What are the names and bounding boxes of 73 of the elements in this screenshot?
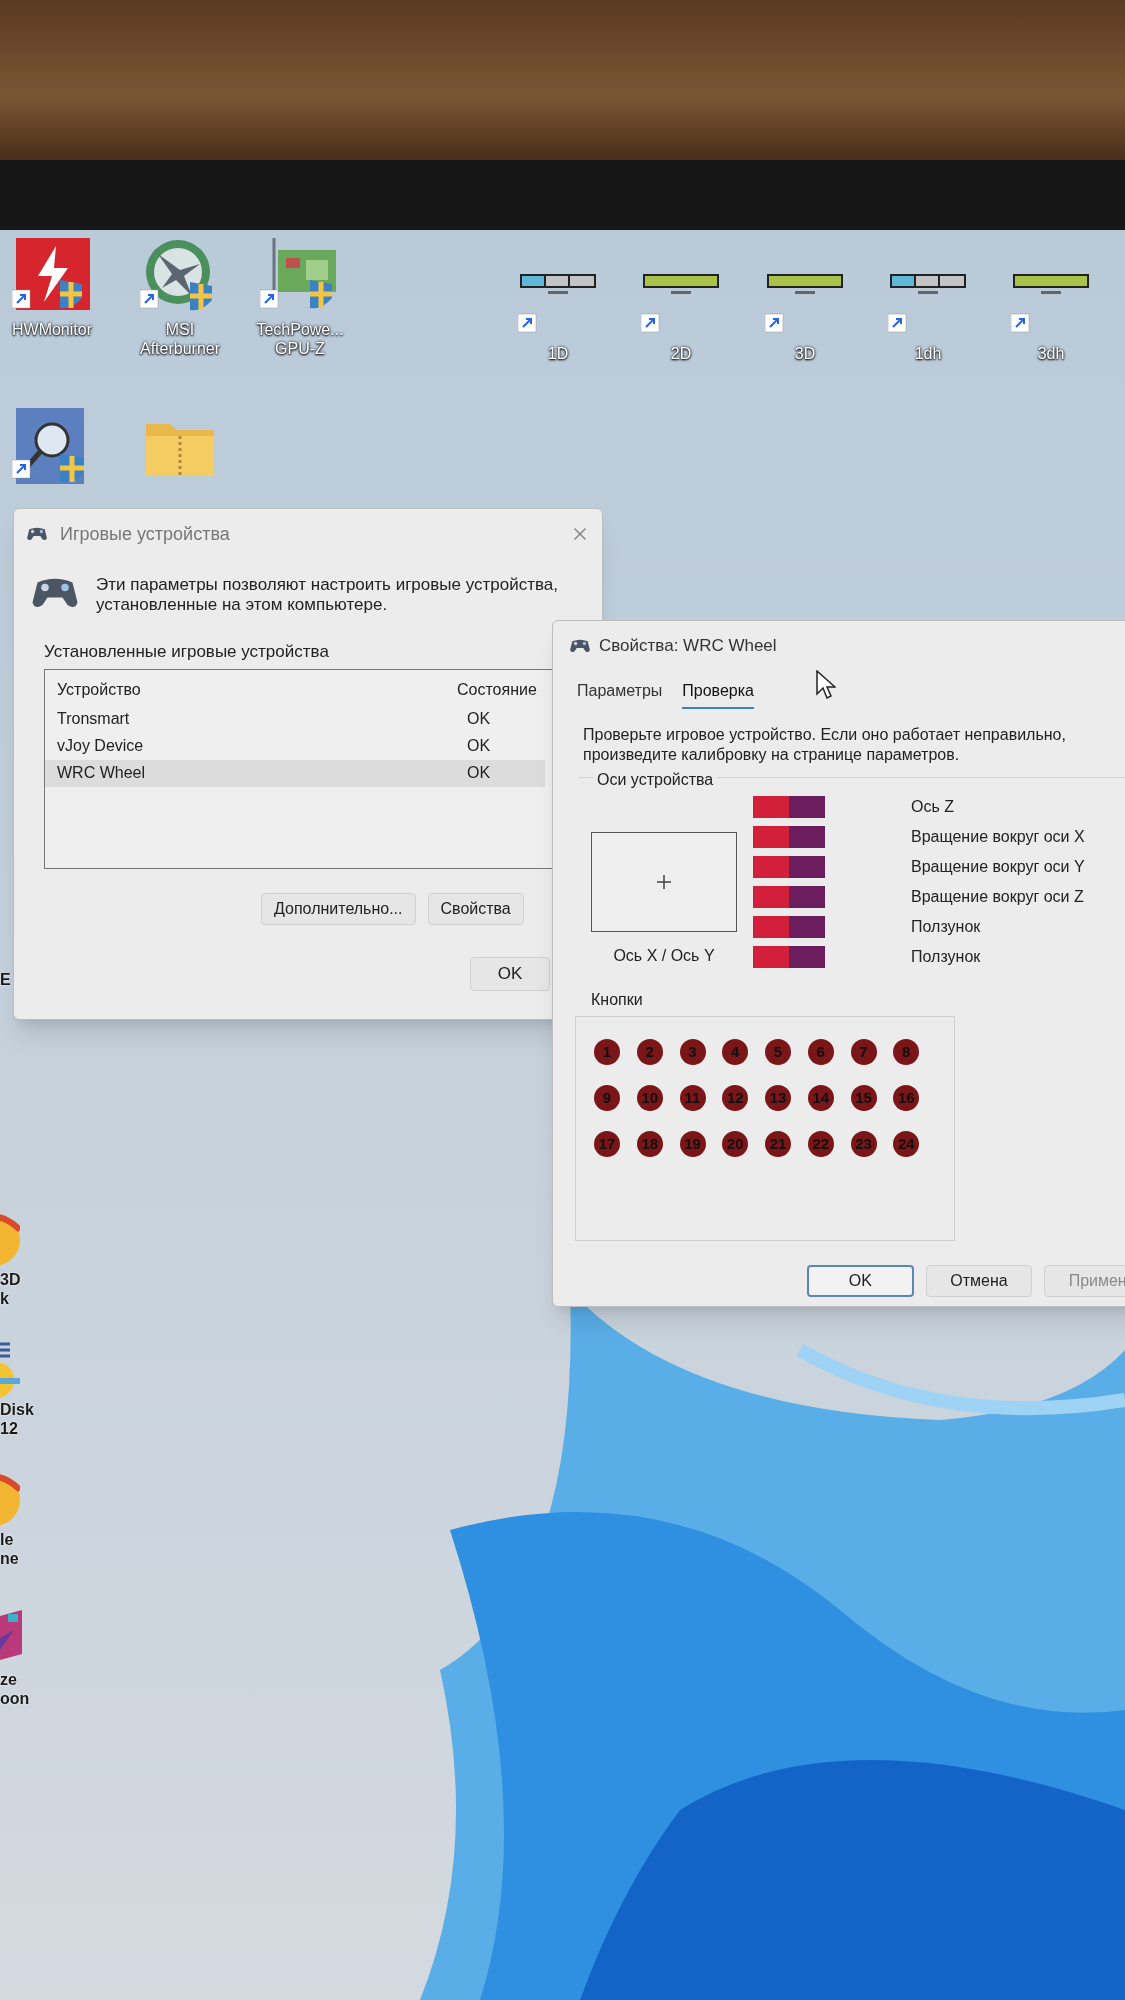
icon-label: 1D [547,344,569,363]
button-indicator: 6 [807,1039,834,1065]
column-header[interactable]: Устройство [57,677,457,702]
device-row[interactable]: Tronsmart OK [45,705,545,733]
dialog-button[interactable]: Свойства [427,892,524,925]
disk-stack-icon[interactable] [0,1340,20,1400]
window-title: Игровые устройства [60,522,230,546]
button-indicator: 22 [807,1131,834,1157]
icon-label: MSI Afterburner [139,320,220,358]
device-name: vJoy Device [57,736,145,756]
icon-label: 3dh [1037,344,1065,363]
icon-label: 1dh [914,344,942,363]
status-text: OK [467,709,491,729]
icon-label: TechPowe... GPU-Z [256,320,344,358]
button-indicator: 24 [893,1131,920,1157]
button-indicator: 1 [594,1039,620,1065]
button-indicator: 16 [893,1085,920,1111]
button-indicator: 10 [636,1085,663,1111]
device-row[interactable]: vJoy Device OK [45,732,545,760]
icon-label: le ne [0,1530,19,1568]
window-title: Свойства: WRC Wheel [599,635,777,658]
ok-button[interactable]: OK [470,956,550,991]
icon-label: E [0,970,11,989]
button-indicator: 13 [765,1085,791,1111]
button-indicator: 21 [765,1131,791,1157]
instructions-text: Проверьте игровое устройство. Если оно работает неправильно, произведите калибровку на странице параметров. [583,725,1067,765]
device-name: WRC Wheel [57,763,146,783]
status-text: OK [467,736,491,756]
button-indicator: 14 [807,1085,834,1111]
icon-label: HWMonitor [12,320,92,339]
axis-label: Ползунок [911,917,981,937]
axis-label: Вращение вокруг оси Z [911,887,1084,907]
device-name: Tronsmart [57,709,131,729]
icon-label: 3D [794,344,816,363]
status-text: OK [467,763,491,783]
gamepad-icon [26,526,48,542]
tab[interactable]: Проверка [682,679,754,709]
button-indicator: 2 [636,1039,663,1065]
axis-label: Ползунок [911,947,981,967]
icon-label: 3D k [0,1270,21,1308]
button-indicator: 19 [679,1131,706,1157]
button-indicator: 15 [850,1085,877,1111]
icon-label: ze oon [0,1670,30,1708]
button-indicator: 17 [594,1131,620,1157]
mouse-cursor-icon [816,670,836,700]
group-label: Установленные игровые устройства [44,641,329,663]
button-indicator: 7 [850,1039,877,1065]
button-indicator: 23 [850,1131,877,1157]
button-indicator: 20 [722,1131,749,1157]
crosshair-icon [657,875,671,889]
axis-label: Вращение вокруг оси X [911,827,1085,847]
device-row[interactable]: WRC Wheel OK [45,759,545,787]
axis-label: Вращение вокруг оси Y [911,857,1085,877]
button-indicator: 8 [893,1039,920,1065]
tab[interactable]: Параметры [577,679,663,709]
button-indicator: 4 [722,1039,749,1065]
axis-label: Ось X / Ось Y [613,946,715,966]
icon-label: Disk 12 [0,1400,34,1438]
description-text: Эти параметры позволяют настроить игровые устройства, установленные на этом компьютере. [96,575,559,615]
dialog-button[interactable]: Отмена [925,1265,1033,1297]
button-indicator: 18 [636,1131,663,1157]
axis-label: Ось Z [911,797,954,817]
button-indicator: 3 [679,1039,706,1065]
dialog-button[interactable]: OK [807,1265,914,1297]
button-indicator: 12 [722,1085,749,1111]
button-indicator: 9 [594,1085,620,1111]
gamepad-icon [569,638,591,654]
button-indicator: 11 [679,1085,706,1111]
group-label: Кнопки [591,990,644,1010]
column-header[interactable]: Состояние [457,677,537,702]
button-indicator: 5 [765,1039,791,1065]
icon-label: 2D [670,344,692,363]
dialog-button[interactable]: Дополнительно... [261,892,416,925]
